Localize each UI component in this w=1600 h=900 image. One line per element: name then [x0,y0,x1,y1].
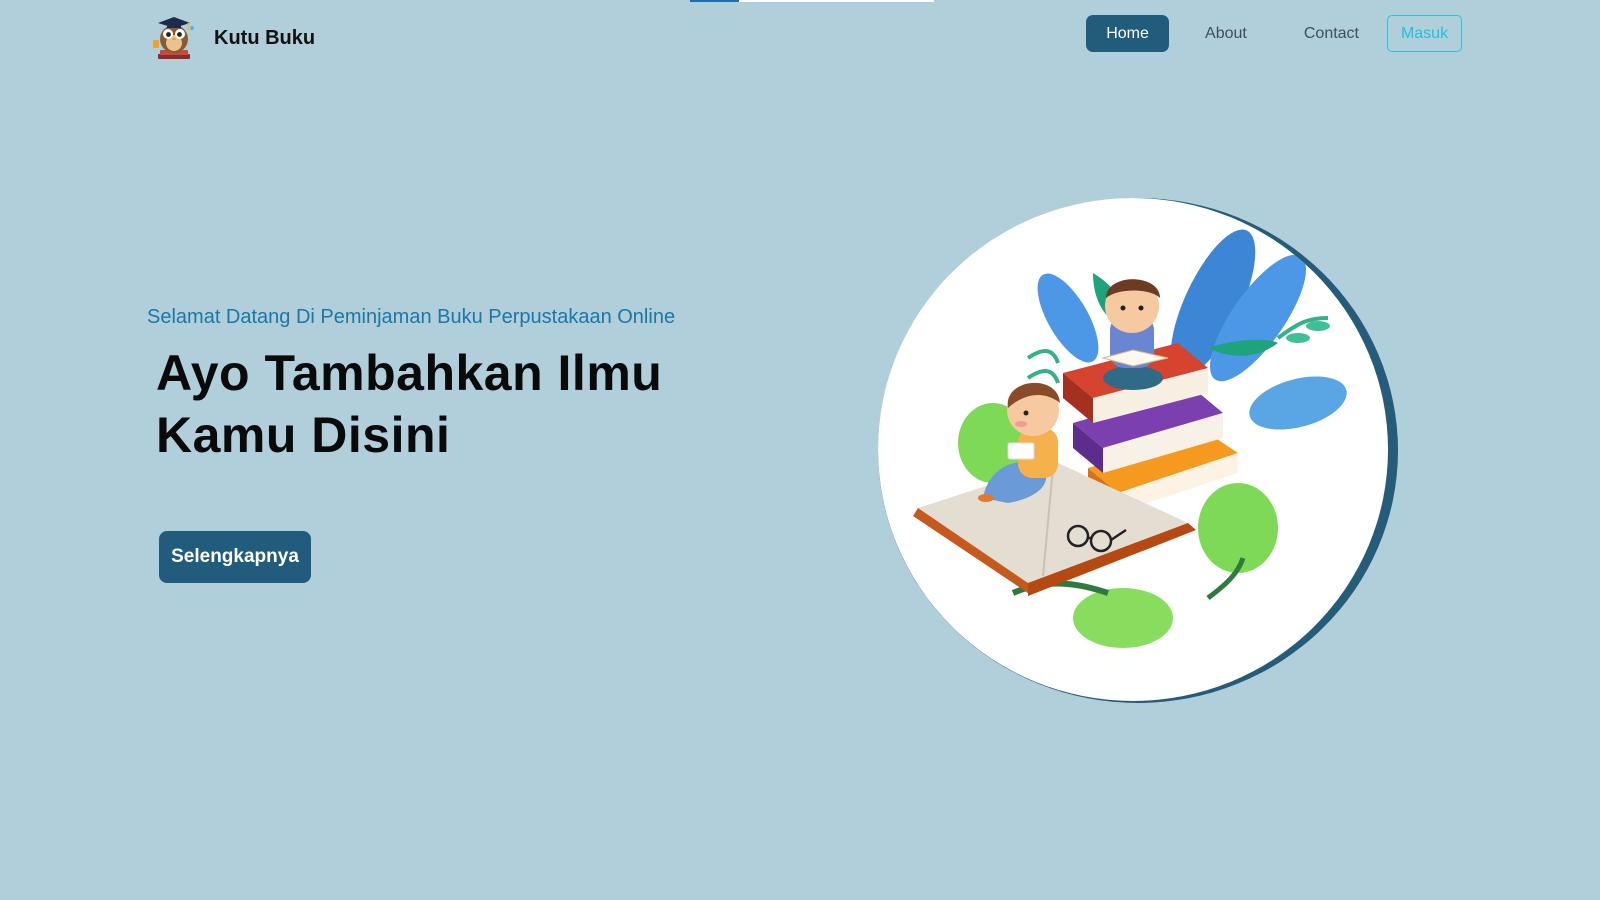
login-button[interactable]: Masuk [1387,15,1462,52]
hero-title-line-1: Ayo Tambahkan Ilmu [156,345,663,401]
page: Kutu Buku Home About Contact Masuk Selam… [0,0,1600,900]
owl-logo-icon [152,14,196,62]
loading-bar-fill [690,0,739,2]
brand[interactable]: Kutu Buku [152,14,315,62]
brand-name: Kutu Buku [214,26,316,49]
hero-title: Ayo Tambahkan Ilmu Kamu Disini [156,342,716,466]
illustration-circle [878,198,1388,701]
read-more-button[interactable]: Selengkapnya [159,531,311,583]
hero-title-line-2: Kamu Disini [156,407,451,463]
nav-contact-link[interactable]: Contact [1304,25,1359,43]
nav-home-link[interactable]: Home [1086,15,1170,52]
main-nav: Home About Contact Masuk [1086,15,1462,52]
hero-subtitle: Selamat Datang Di Peminjaman Buku Perpus… [147,306,676,328]
navbar: Kutu Buku Home About Contact Masuk [152,14,1462,62]
children-reading-books-icon [913,229,1347,648]
hero-illustration [878,198,1398,703]
loading-bar [690,0,934,2]
nav-about-link[interactable]: About [1205,25,1247,43]
